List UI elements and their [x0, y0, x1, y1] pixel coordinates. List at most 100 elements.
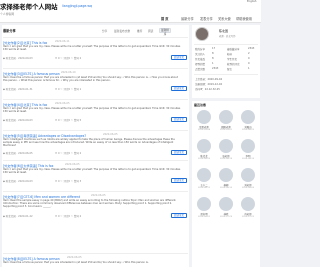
tab-latest[interactable]: 最新发布文章 — [114, 29, 130, 33]
stat-value: 8 — [212, 57, 214, 60]
visitor-avatar[interactable] — [197, 197, 211, 211]
visitor-item[interactable]: 林晓 2020-07-29 — [216, 197, 236, 224]
recent-visitors-title: 最近访客 — [194, 103, 207, 107]
visitor-date: 2020-09-04 — [197, 129, 211, 131]
visitor-date: 2020-08-05 — [241, 187, 255, 189]
stat-label: 作文批改 — [195, 58, 206, 61]
visitor-item[interactable]: 张老师 2020-08-19 — [216, 139, 236, 166]
post-excerpt: Item: Intelligent machines such as robot… — [3, 138, 175, 148]
stat-value: 8 — [212, 52, 214, 55]
post-excerpt: Item: I am glad that you are my class. P… — [3, 168, 181, 175]
last-login: 上次登录：2020-09-04 — [195, 78, 223, 81]
profile-name[interactable]: 陈北国 — [219, 29, 228, 33]
visitor-avatar[interactable] — [219, 110, 233, 124]
sort-button[interactable]: 最新排序 — [159, 27, 171, 36]
nav-help[interactable]: 帮助我使用 — [236, 16, 252, 21]
visitor-item[interactable]: 王小二 2020-08-11 — [194, 168, 214, 195]
post-author: ◆ 陈北北国 · 2020-09-03 — [3, 180, 33, 183]
visitor-avatar[interactable] — [219, 168, 233, 182]
visitor-item[interactable]: 肖老师 2020-07-22 — [238, 197, 258, 224]
section-title: 最新分享 — [3, 29, 16, 33]
visitor-avatar[interactable] — [241, 168, 255, 182]
visitor-item[interactable]: 陈北北 2020-08-20 — [194, 139, 214, 166]
site-url[interactable]: liangjingji.page.wq — [62, 4, 92, 8]
ip-address: 访问IP：22.12.32.25 — [195, 88, 220, 91]
visitor-avatar[interactable] — [241, 197, 255, 211]
tab-read[interactable]: 阅读 — [148, 29, 153, 33]
nav-publish[interactable]: 发表分享 — [200, 16, 213, 21]
stat-value: 0 — [248, 62, 250, 65]
read-more-button[interactable]: 阅读全文 — [171, 150, 187, 155]
visitor-avatar[interactable] — [219, 197, 233, 211]
post-author: ◆ 陈北北国 · 2020-09-03 — [3, 119, 33, 122]
stat-value: 1 — [212, 62, 214, 65]
stat-label: 粉丝 — [227, 53, 233, 56]
visitor-avatar[interactable] — [241, 110, 255, 124]
avatar[interactable] — [195, 27, 209, 41]
post-stats: ☐ 0 ♡ 评论0 ♡ 赞同 3 — [55, 180, 82, 183]
stat-label: 点赞次数 — [195, 68, 206, 71]
visitor-date: 2020-08-22 — [241, 129, 255, 131]
tab-share[interactable]: 分享 — [102, 29, 107, 33]
recent-visitors-panel: 最近访客 思思老师 2020-09-04 朝阳老师 2020-09-01 刘教员… — [192, 101, 260, 267]
post-item: [外文作者(4)][北京] This is fox 2020-06-05 Ite… — [3, 99, 188, 125]
post-stats: ☐ 0 ♡ 评论0 ♡ 赞同 2 — [55, 57, 82, 60]
read-more-button[interactable]: 阅读全文 — [171, 55, 187, 60]
site-subtitle: 个人博客网 — [0, 12, 14, 16]
post-author: ◆ 陈北北国 · 2020-01-22 — [3, 215, 33, 218]
stat-value: 17 — [212, 47, 216, 50]
stat-value: 2343 — [248, 47, 255, 50]
post-date: 2020-06-05 — [91, 194, 106, 198]
post-excerpt: Item: I am glad that you are my class. P… — [3, 107, 181, 114]
post-item: [外文作者(5)][考研英语] Advantages or Disadvanta… — [3, 130, 188, 156]
visitor-item[interactable]: 刘老师 2020-08-05 — [238, 168, 258, 195]
visitor-date: 2020-08-19 — [219, 158, 233, 160]
post-item: [外文作者(8)][IELTS] A famous person 2020-06… — [3, 253, 188, 267]
post-stats: ☐ 0 ♡ 评论0 ♡ 赞同 2 — [55, 152, 82, 155]
visitor-item[interactable]: 思思老师 2020-09-04 — [194, 110, 214, 137]
nav-latest[interactable]: 最新分享 — [181, 16, 194, 21]
post-item: [外文作者(3)][IELTS] A famous person 2020-06… — [3, 68, 188, 94]
visitor-date: 2020-07-29 — [219, 216, 233, 218]
nav-relations[interactable]: 关系大使 — [218, 16, 231, 21]
registered-date: 注册日期：2019-12-02 — [195, 83, 223, 86]
stat-label: 学生作文 — [227, 58, 238, 61]
nav-home[interactable]: 首 页 — [161, 16, 169, 21]
post-item: [外文作者(7)][CET-6] Men and women are diffe… — [3, 191, 188, 221]
language-link[interactable]: English — [247, 0, 256, 3]
visitor-date: 2020-08-15 — [241, 158, 255, 160]
visitor-item[interactable]: 邓永明 2020-08-01 — [194, 197, 214, 224]
read-more-button[interactable]: 阅读全文 — [171, 117, 187, 122]
visitor-avatar[interactable] — [241, 139, 255, 153]
visitor-avatar[interactable] — [197, 139, 211, 153]
visitor-avatar[interactable] — [197, 168, 211, 182]
post-author: ◆ 陈北北国 · 2020-06-05 — [3, 152, 33, 155]
stat-label: 得到的赞 — [195, 63, 206, 66]
post-excerpt: Item: Read the sample essay in page 40 (… — [3, 199, 177, 209]
site-title[interactable]: 求择择老师个人网站 — [0, 2, 58, 11]
post-date: 2020-06-10 — [61, 71, 76, 75]
visitor-date: 2020-08-10 — [219, 187, 233, 189]
visitor-date: 2020-08-11 — [197, 187, 211, 189]
post-item: [外文作者(2)][北京] This is fox 2020-06-11 Ite… — [3, 37, 188, 63]
post-item: [外文作者(6)][大学英语] This is fox 2020-06-05 I… — [3, 160, 188, 186]
read-more-button[interactable]: 阅读全文 — [171, 86, 187, 91]
post-excerpt: Item: Describe a famous person that you … — [3, 76, 178, 83]
post-author: ◆ 陈北北国 · 2020-09-03 — [3, 57, 33, 60]
visitor-item[interactable]: 刘教员 2020-08-22 — [238, 110, 258, 137]
read-more-button[interactable]: 阅读全文 — [171, 178, 187, 183]
stat-label: 留言 — [227, 68, 233, 71]
read-more-button[interactable]: 阅读全文 — [171, 213, 187, 218]
post-stats: ☐ 0 ♡ 评论0 ♡ 赞同 2 — [55, 215, 82, 218]
stat-value: 2343 — [212, 67, 219, 70]
post-date: 2020-06-05 — [65, 163, 80, 167]
visitor-avatar[interactable] — [197, 110, 211, 124]
visitor-item[interactable]: 朝阳老师 2020-09-01 — [216, 110, 236, 137]
stat-value: 1 — [248, 67, 250, 70]
tab-recommend[interactable]: 推荐 — [137, 29, 142, 33]
post-date: 2020-06-11 — [55, 40, 70, 44]
visitor-avatar[interactable] — [219, 139, 233, 153]
visitor-item[interactable]: 杨柳 2020-08-10 — [216, 168, 236, 195]
visitor-item[interactable]: 李明 2020-08-15 — [238, 139, 258, 166]
visitor-date: 2020-08-01 — [197, 216, 211, 218]
